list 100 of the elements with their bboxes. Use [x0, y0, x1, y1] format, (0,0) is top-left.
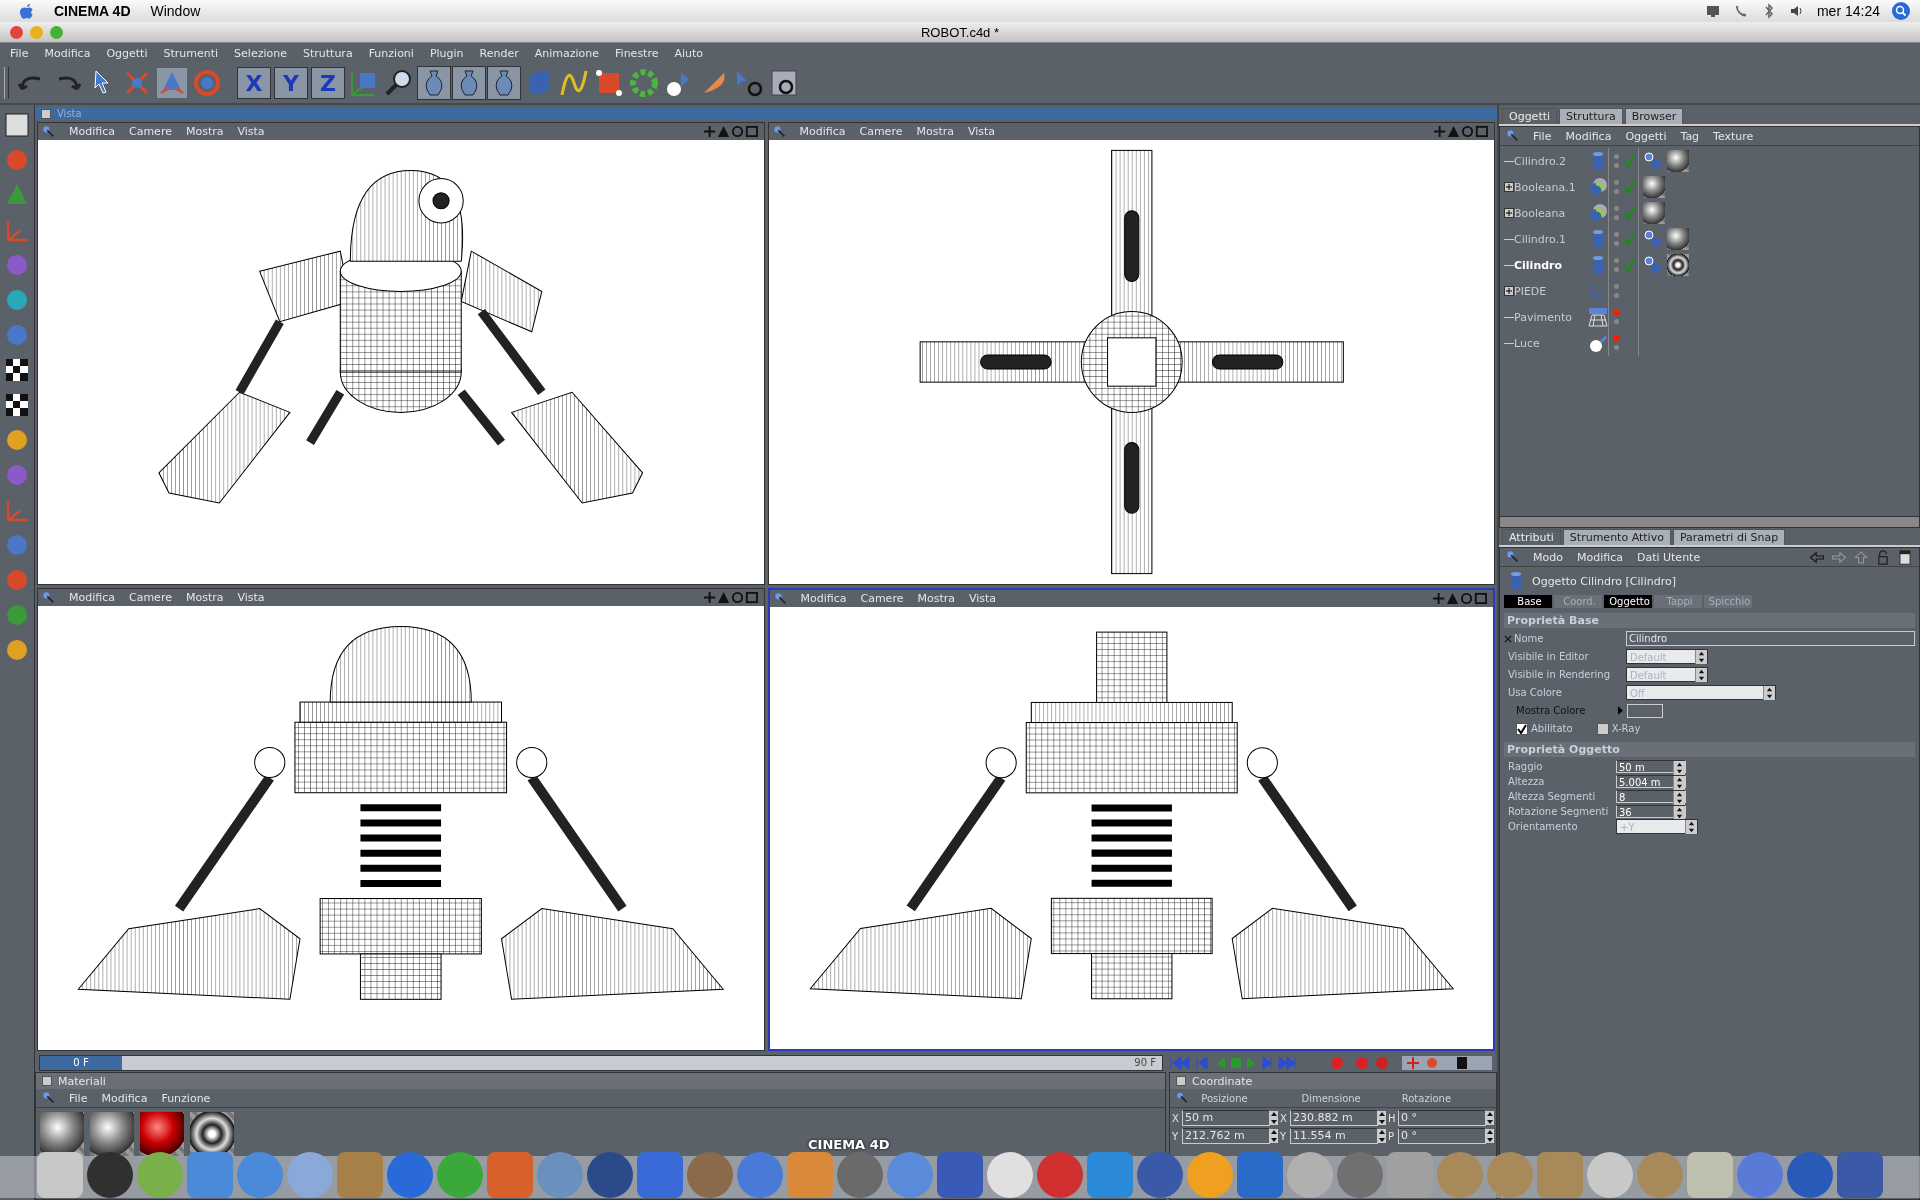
- object-row[interactable]: Booleana.1: [1500, 174, 1919, 200]
- menu-item[interactable]: Funzione: [154, 1091, 218, 1105]
- menu-item[interactable]: Camere: [853, 592, 911, 605]
- menu-item[interactable]: Selezione: [226, 46, 295, 60]
- linked-balls-icon[interactable]: [1643, 229, 1663, 249]
- stepper-icon[interactable]: [1673, 805, 1685, 820]
- view-navigation-icons[interactable]: [1431, 592, 1489, 605]
- number-field[interactable]: 0 °: [1398, 1128, 1486, 1144]
- window-icon[interactable]: [1897, 549, 1913, 565]
- object-name[interactable]: Cilindro.1: [1514, 232, 1588, 246]
- menu-item[interactable]: Oggetti: [98, 46, 156, 60]
- menu-item[interactable]: Window: [150, 3, 201, 19]
- linked-balls-icon[interactable]: [1643, 151, 1663, 171]
- object-name[interactable]: Booleana: [1514, 206, 1588, 220]
- object-row[interactable]: PIEDE: [1500, 278, 1919, 304]
- object-name[interactable]: Cilindro: [1514, 258, 1588, 272]
- menu-item[interactable]: Finestre: [607, 46, 667, 60]
- zoom-button[interactable]: [50, 25, 63, 39]
- number-field[interactable]: 8: [1616, 789, 1686, 803]
- clock[interactable]: mer 14:24: [1816, 3, 1880, 19]
- menu-item[interactable]: Modifica: [1569, 550, 1630, 564]
- object-name[interactable]: Luce: [1514, 336, 1588, 350]
- object-name[interactable]: PIEDE: [1514, 284, 1588, 298]
- checkbox[interactable]: [1596, 722, 1609, 735]
- search-icon[interactable]: [1892, 2, 1910, 20]
- menu-item[interactable]: Plugin: [421, 46, 472, 60]
- panel-toggle-icon[interactable]: [1176, 1076, 1186, 1086]
- number-field[interactable]: 50 m: [1616, 759, 1686, 773]
- menu-item[interactable]: Struttura: [295, 46, 361, 60]
- pin-icon[interactable]: [42, 590, 56, 605]
- visibility-dots[interactable]: [1612, 152, 1621, 170]
- visibility-dots[interactable]: [1612, 230, 1621, 248]
- menu-item[interactable]: Texture: [1706, 129, 1761, 143]
- menu-item[interactable]: Oggetti: [1618, 129, 1674, 143]
- menu-item[interactable]: Vista: [230, 125, 272, 138]
- menu-item[interactable]: Modifica: [36, 46, 99, 60]
- app-icon[interactable]: [1737, 1152, 1783, 1198]
- view-navigation-icons[interactable]: [1432, 125, 1490, 138]
- object-row[interactable]: Booleana: [1500, 200, 1919, 226]
- vase-icon[interactable]: [418, 67, 450, 99]
- name-field[interactable]: Cilindro: [1626, 631, 1915, 646]
- scale-icon[interactable]: [156, 67, 188, 99]
- expand-icon[interactable]: [1504, 208, 1514, 218]
- menu-item[interactable]: Render: [471, 46, 527, 60]
- material-tag-icon[interactable]: [1643, 202, 1665, 224]
- app-menu[interactable]: CINEMA 4D: [54, 3, 131, 19]
- menu-item[interactable]: File: [2, 46, 37, 60]
- back-arrow-icon[interactable]: [1809, 549, 1825, 565]
- menu-item[interactable]: Modifica: [62, 125, 122, 138]
- horizontal-scrollbar[interactable]: [1500, 516, 1919, 527]
- viewport[interactable]: Modifica Camere Mostra Vista: [37, 122, 765, 585]
- visibility-dots[interactable]: [1612, 204, 1621, 222]
- material-swatch[interactable]: [140, 1112, 184, 1156]
- tab[interactable]: Base: [1504, 595, 1552, 608]
- visibility-dots[interactable]: [1612, 256, 1621, 274]
- expand-icon[interactable]: [1504, 182, 1514, 192]
- pin-icon[interactable]: [1506, 129, 1520, 143]
- panel-toggle-icon[interactable]: [42, 1076, 52, 1086]
- vase-icon[interactable]: [488, 67, 520, 99]
- menu-item[interactable]: Dati Utente: [1629, 550, 1708, 564]
- object-row[interactable]: Pavimento: [1500, 304, 1919, 330]
- tab[interactable]: Struttura: [1559, 108, 1623, 124]
- up-arrow-icon[interactable]: [1853, 549, 1869, 565]
- menu-item[interactable]: Modo: [1526, 550, 1570, 564]
- viewport[interactable]: Modifica Camere Mostra Vista: [37, 588, 765, 1051]
- linked-balls-icon[interactable]: [1643, 255, 1663, 275]
- pin-icon[interactable]: [1176, 1091, 1190, 1105]
- lock-icon[interactable]: [1875, 549, 1891, 565]
- menu-item[interactable]: Mostra: [910, 592, 962, 605]
- object-name[interactable]: Booleana.1: [1514, 180, 1588, 194]
- apple-icon[interactable]: [20, 3, 34, 19]
- app-icon[interactable]: [1787, 1152, 1833, 1198]
- number-field[interactable]: 50 m: [1182, 1110, 1270, 1126]
- stepper-icon[interactable]: [1270, 1129, 1278, 1143]
- stepper-icon[interactable]: [1673, 760, 1685, 775]
- material-tag-icon[interactable]: [1667, 254, 1689, 276]
- checker-icon[interactable]: [3, 356, 31, 384]
- pin-icon[interactable]: [772, 124, 787, 139]
- menu-item[interactable]: Mostra: [178, 591, 231, 604]
- viewport[interactable]: Modifica Camere Mostra Vista: [767, 588, 1495, 1051]
- menu-item[interactable]: Animazione: [526, 46, 608, 60]
- tab[interactable]: Attributi: [1502, 529, 1561, 545]
- stepper-icon[interactable]: [1378, 1129, 1386, 1143]
- stepper-icon[interactable]: [1270, 1111, 1278, 1125]
- pin-icon[interactable]: [1506, 550, 1520, 564]
- pin-icon[interactable]: [42, 124, 56, 139]
- help-icon[interactable]: [768, 67, 800, 99]
- display-icon[interactable]: [1704, 3, 1721, 19]
- menu-item[interactable]: Modifica: [1558, 129, 1619, 143]
- stepper-icon[interactable]: [1486, 1129, 1494, 1143]
- viewport[interactable]: Modifica Camere Mostra Vista: [767, 122, 1495, 585]
- menu-item[interactable]: File: [62, 1091, 95, 1105]
- tab[interactable]: Parametri di Snap: [1672, 529, 1786, 545]
- axis-lock-button[interactable]: Y: [274, 67, 308, 99]
- visibility-dots[interactable]: [1612, 282, 1621, 300]
- close-button[interactable]: [10, 25, 23, 39]
- visibility-dots[interactable]: [1612, 334, 1621, 352]
- menu-item[interactable]: Modifica: [94, 1091, 155, 1105]
- tab[interactable]: Strumento Attivo: [1562, 529, 1671, 545]
- menu-item[interactable]: Camere: [122, 591, 179, 604]
